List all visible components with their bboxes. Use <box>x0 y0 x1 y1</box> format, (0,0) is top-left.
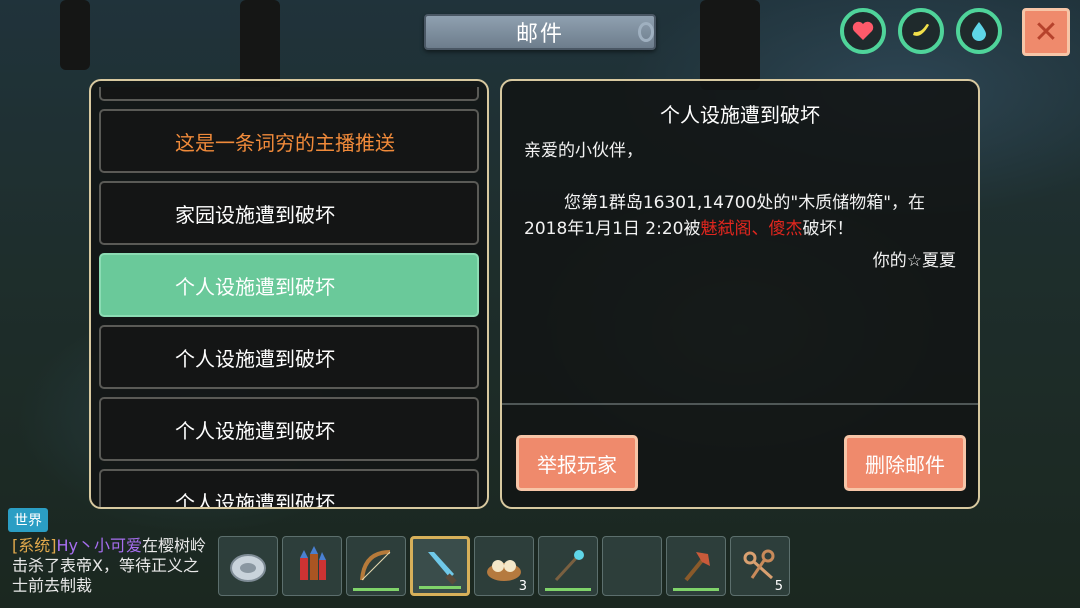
item-count: 5 <box>774 579 783 594</box>
thirst-indicator <box>956 8 1002 54</box>
mail-item-label: 个人设施遭到破坏 <box>175 274 335 299</box>
heart-icon <box>852 21 874 40</box>
hunger-indicator <box>898 8 944 54</box>
health-indicator <box>840 8 886 54</box>
close-icon: ✕ <box>1033 14 1059 50</box>
chat-player-name: Hy丶小可爱 <box>56 536 143 555</box>
mail-item-label: 个人设施遭到破坏 <box>175 346 335 371</box>
chat-message[interactable]: [系统]Hy丶小可爱在樱树岭击杀了表帝Ⅹ，等待正义之士前去制裁 <box>12 536 212 596</box>
axe-icon <box>684 552 710 582</box>
chat-channel-tab[interactable]: 世界 <box>8 508 48 532</box>
mail-item-label: 家园设施遭到破坏 <box>175 202 335 227</box>
mail-item[interactable]: 个人设施遭到破坏 <box>99 397 479 461</box>
mail-item-label: 个人设施遭到破坏 <box>175 490 335 509</box>
mail-item-selected[interactable]: 个人设施遭到破坏 <box>99 253 479 317</box>
water-drop-icon <box>972 22 986 41</box>
hotbar-slot[interactable]: 5 <box>730 536 790 596</box>
durability-bar <box>545 588 591 591</box>
mail-detail-panel: 个人设施遭到破坏 亲爱的小伙伴， 您第1群岛16301,14700处的"木质储物… <box>500 79 980 509</box>
chat-system-tag: [系统] <box>12 536 57 555</box>
mail-item-partial[interactable] <box>99 87 479 101</box>
mail-item[interactable]: 这是一条词穷的主播推送 <box>99 109 479 173</box>
close-button[interactable]: ✕ <box>1022 8 1070 56</box>
mail-greeting: 亲爱的小伙伴， <box>524 141 643 161</box>
durability-bar <box>419 586 461 589</box>
mail-item[interactable]: 个人设施遭到破坏 <box>99 469 479 509</box>
bow-icon <box>360 550 391 581</box>
attacker-name: 魅弑阁、傻杰 <box>700 219 803 239</box>
crystal-sword-icon <box>428 552 457 585</box>
durability-bar <box>673 588 719 591</box>
delete-mail-button[interactable]: 删除邮件 <box>844 435 966 491</box>
item-count: 3 <box>518 579 527 594</box>
hotbar-slot[interactable] <box>218 536 278 596</box>
report-player-button[interactable]: 举报玩家 <box>516 435 638 491</box>
hotbar-slot[interactable] <box>346 536 406 596</box>
banana-icon <box>913 24 929 36</box>
mail-list-panel[interactable]: 这是一条词穷的主播推送 家园设施遭到破坏 个人设施遭到破坏 个人设施遭到破坏 个… <box>89 79 489 509</box>
mail-body: 亲爱的小伙伴， 您第1群岛16301,14700处的"木质储物箱"，在2018年… <box>524 138 956 274</box>
mail-paragraph: 您第1群岛16301,14700处的"木质储物箱"，在2018年1月1日 2:2… <box>524 190 956 242</box>
page-title: 邮件 <box>424 14 656 50</box>
mail-item-label: 这是一条词穷的主播推送 <box>175 130 395 155</box>
hotbar-slot[interactable] <box>666 536 726 596</box>
mail-item-label: 个人设施遭到破坏 <box>175 418 335 443</box>
hotbar-slot[interactable]: 3 <box>474 536 534 596</box>
hotbar: 3 5 <box>218 536 790 596</box>
mail-text: 破坏！ <box>802 219 854 239</box>
divider <box>502 403 978 405</box>
durability-bar <box>353 588 399 591</box>
firework-icon <box>300 546 326 580</box>
hotbar-slot[interactable] <box>538 536 598 596</box>
hotbar-slot[interactable] <box>282 536 342 596</box>
mail-signature: 你的☆夏夏 <box>872 251 956 271</box>
hotbar-slot-selected[interactable] <box>410 536 470 596</box>
hotbar-slot-empty[interactable] <box>602 536 662 596</box>
banner-ornament-right <box>638 22 654 42</box>
mail-item[interactable]: 个人设施遭到破坏 <box>99 325 479 389</box>
shield-disc-icon <box>230 554 266 582</box>
mail-item[interactable]: 家园设施遭到破坏 <box>99 181 479 245</box>
magic-staff-icon <box>554 550 584 582</box>
mail-subject: 个人设施遭到破坏 <box>660 103 820 127</box>
